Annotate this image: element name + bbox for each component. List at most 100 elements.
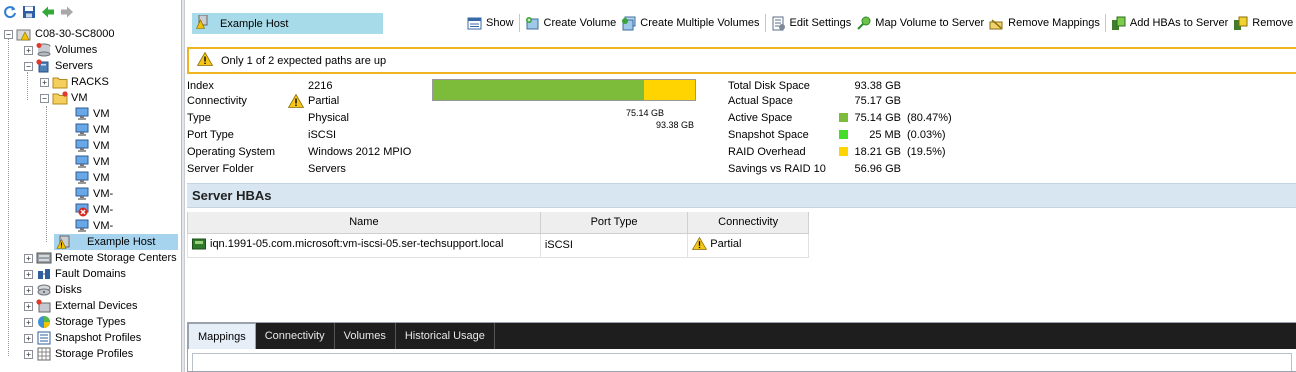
tab-strip: Mappings Connectivity Volumes Historical… [188, 323, 1296, 349]
show-icon [467, 16, 482, 31]
snapshot-space-value: 25 MB [869, 129, 901, 141]
port-type-value: iSCSI [308, 129, 337, 141]
tree-label: VM [93, 172, 110, 184]
edit-settings-button[interactable]: Edit Settings [771, 16, 851, 31]
remove-hba-icon [1233, 16, 1248, 31]
column-header-connectivity[interactable]: Connectivity [687, 212, 809, 234]
create-volume-button[interactable]: Create Volume [525, 16, 616, 31]
active-space-value: 75.14 GB [854, 112, 901, 124]
tab-mappings[interactable]: Mappings [188, 323, 256, 349]
raid-overhead-label: RAID Overhead [728, 146, 806, 158]
savings-value: 56.96 GB [854, 163, 901, 175]
expand-toggle[interactable]: + [40, 77, 49, 87]
map-volume-button[interactable]: Map Volume to Server [856, 16, 984, 31]
tree-item-fault-domains[interactable]: + Fault Domains [24, 266, 126, 282]
disk-usage-bar [432, 79, 696, 101]
tree-label: Servers [55, 60, 93, 72]
tree-label: Example Host [87, 236, 156, 248]
hba-name: iqn.1991-05.com.microsoft:vm-iscsi-05.se… [210, 237, 504, 250]
tree-root-storage-center[interactable]: − C08-30-SC8000 [4, 26, 115, 42]
navigation-tree: − C08-30-SC8000 + Volumes − Servers + RA… [0, 0, 181, 372]
tree-label: VM- [93, 204, 114, 216]
expand-toggle[interactable]: + [24, 317, 33, 327]
tree-item-external-devices[interactable]: + External Devices [24, 298, 138, 314]
toolbar-separator [518, 14, 520, 32]
expand-toggle[interactable]: + [24, 333, 33, 343]
page-title: Example Host [220, 17, 289, 30]
expand-toggle[interactable]: + [24, 285, 33, 295]
table-row[interactable]: iqn.1991-05.com.microsoft:vm-iscsi-05.se… [187, 232, 809, 258]
show-button[interactable]: Show [467, 16, 514, 31]
tree-item-racks[interactable]: + RACKS [40, 74, 109, 90]
tab-historical-usage[interactable]: Historical Usage [396, 323, 495, 349]
tree-item-vm-error[interactable]: VM- [74, 202, 113, 218]
forward-arrow-icon[interactable] [59, 4, 75, 20]
tree-item-remote-storage-centers[interactable]: + Remote Storage Centers [24, 250, 177, 266]
type-label: Type [187, 112, 211, 124]
expand-toggle[interactable]: + [24, 45, 33, 55]
tab-content-area [192, 353, 1292, 371]
tree-item-vm[interactable]: VM- [74, 186, 113, 202]
create-volume-icon [525, 16, 540, 31]
tree-item-vm[interactable]: VM [74, 170, 110, 186]
collapse-toggle[interactable]: − [4, 29, 13, 39]
expand-toggle[interactable]: + [24, 269, 33, 279]
remove-mappings-icon [989, 16, 1004, 31]
server-computer-icon [74, 123, 90, 137]
add-hbas-button[interactable]: Add HBAs to Server [1111, 16, 1228, 31]
tree-item-storage-types[interactable]: + Storage Types [24, 314, 126, 330]
hba-name-cell: iqn.1991-05.com.microsoft:vm-iscsi-05.se… [187, 232, 541, 258]
tab-connectivity[interactable]: Connectivity [256, 323, 335, 349]
tree-item-vm[interactable]: VM [74, 138, 110, 154]
savings-label: Savings vs RAID 10 [728, 163, 826, 175]
tree-label: Volumes [55, 44, 98, 56]
expand-toggle[interactable]: + [24, 301, 33, 311]
tree-item-storage-profiles[interactable]: + Storage Profiles [24, 346, 133, 362]
details-tab-panel: Mappings Connectivity Volumes Historical… [187, 322, 1296, 372]
collapse-toggle[interactable]: − [40, 93, 49, 103]
tree-item-disks[interactable]: + Disks [24, 282, 82, 298]
table-header-row: Name Port Type Connectivity [187, 212, 809, 234]
pane-splitter[interactable] [181, 0, 185, 372]
column-header-port-type[interactable]: Port Type [539, 212, 689, 234]
server-warning-icon [196, 14, 210, 32]
snapshot-space-percent: (0.03%) [907, 129, 946, 141]
save-icon[interactable] [21, 4, 37, 20]
connectivity-value-group: Partial [288, 93, 339, 109]
tree-label: Storage Profiles [55, 348, 134, 360]
tree-label: Storage Types [55, 316, 126, 328]
warning-message: Only 1 of 2 expected paths are up [221, 54, 387, 67]
active-space-label: Active Space [728, 112, 793, 124]
column-header-name[interactable]: Name [187, 212, 541, 234]
expand-toggle[interactable]: + [24, 349, 33, 359]
remove-mappings-button[interactable]: Remove Mappings [989, 16, 1100, 31]
snapshot-profiles-icon [36, 331, 52, 345]
os-value: Windows 2012 MPIO [308, 146, 412, 158]
back-arrow-icon[interactable] [40, 4, 56, 20]
tree-item-volumes[interactable]: + Volumes [24, 42, 97, 58]
tree-label: Remote Storage Centers [55, 252, 177, 264]
server-title-field: Example Host [192, 13, 383, 34]
warning-icon [692, 237, 708, 250]
tree-item-vm[interactable]: VM [74, 154, 110, 170]
tab-volumes[interactable]: Volumes [335, 323, 396, 349]
expand-toggle[interactable]: + [24, 253, 33, 263]
raid-overhead-value: 18.21 GB [854, 146, 901, 158]
usage-bar-active-segment [433, 80, 644, 100]
fault-domains-icon [36, 267, 52, 281]
tree-item-vm[interactable]: VM- [74, 218, 113, 234]
tree-item-example-host[interactable]: Example Host [54, 234, 178, 250]
create-multiple-volumes-button[interactable]: Create Multiple Volumes [621, 16, 760, 31]
tree-item-servers[interactable]: − Servers [24, 58, 93, 74]
index-label: Index [187, 80, 214, 92]
tree-item-vm[interactable]: VM [74, 122, 110, 138]
tree-item-vm[interactable]: VM [74, 106, 110, 122]
tree-item-snapshot-profiles[interactable]: + Snapshot Profiles [24, 330, 141, 346]
remove-hbas-button[interactable]: Remove HBAs fro [1233, 16, 1296, 31]
actual-space-label: Actual Space [728, 95, 793, 107]
server-hbas-section-title: Server HBAs [187, 183, 1296, 208]
tree-item-vm-folder[interactable]: − VM [40, 90, 88, 106]
map-volume-icon [856, 16, 871, 31]
refresh-icon[interactable] [2, 4, 18, 20]
collapse-toggle[interactable]: − [24, 61, 33, 71]
